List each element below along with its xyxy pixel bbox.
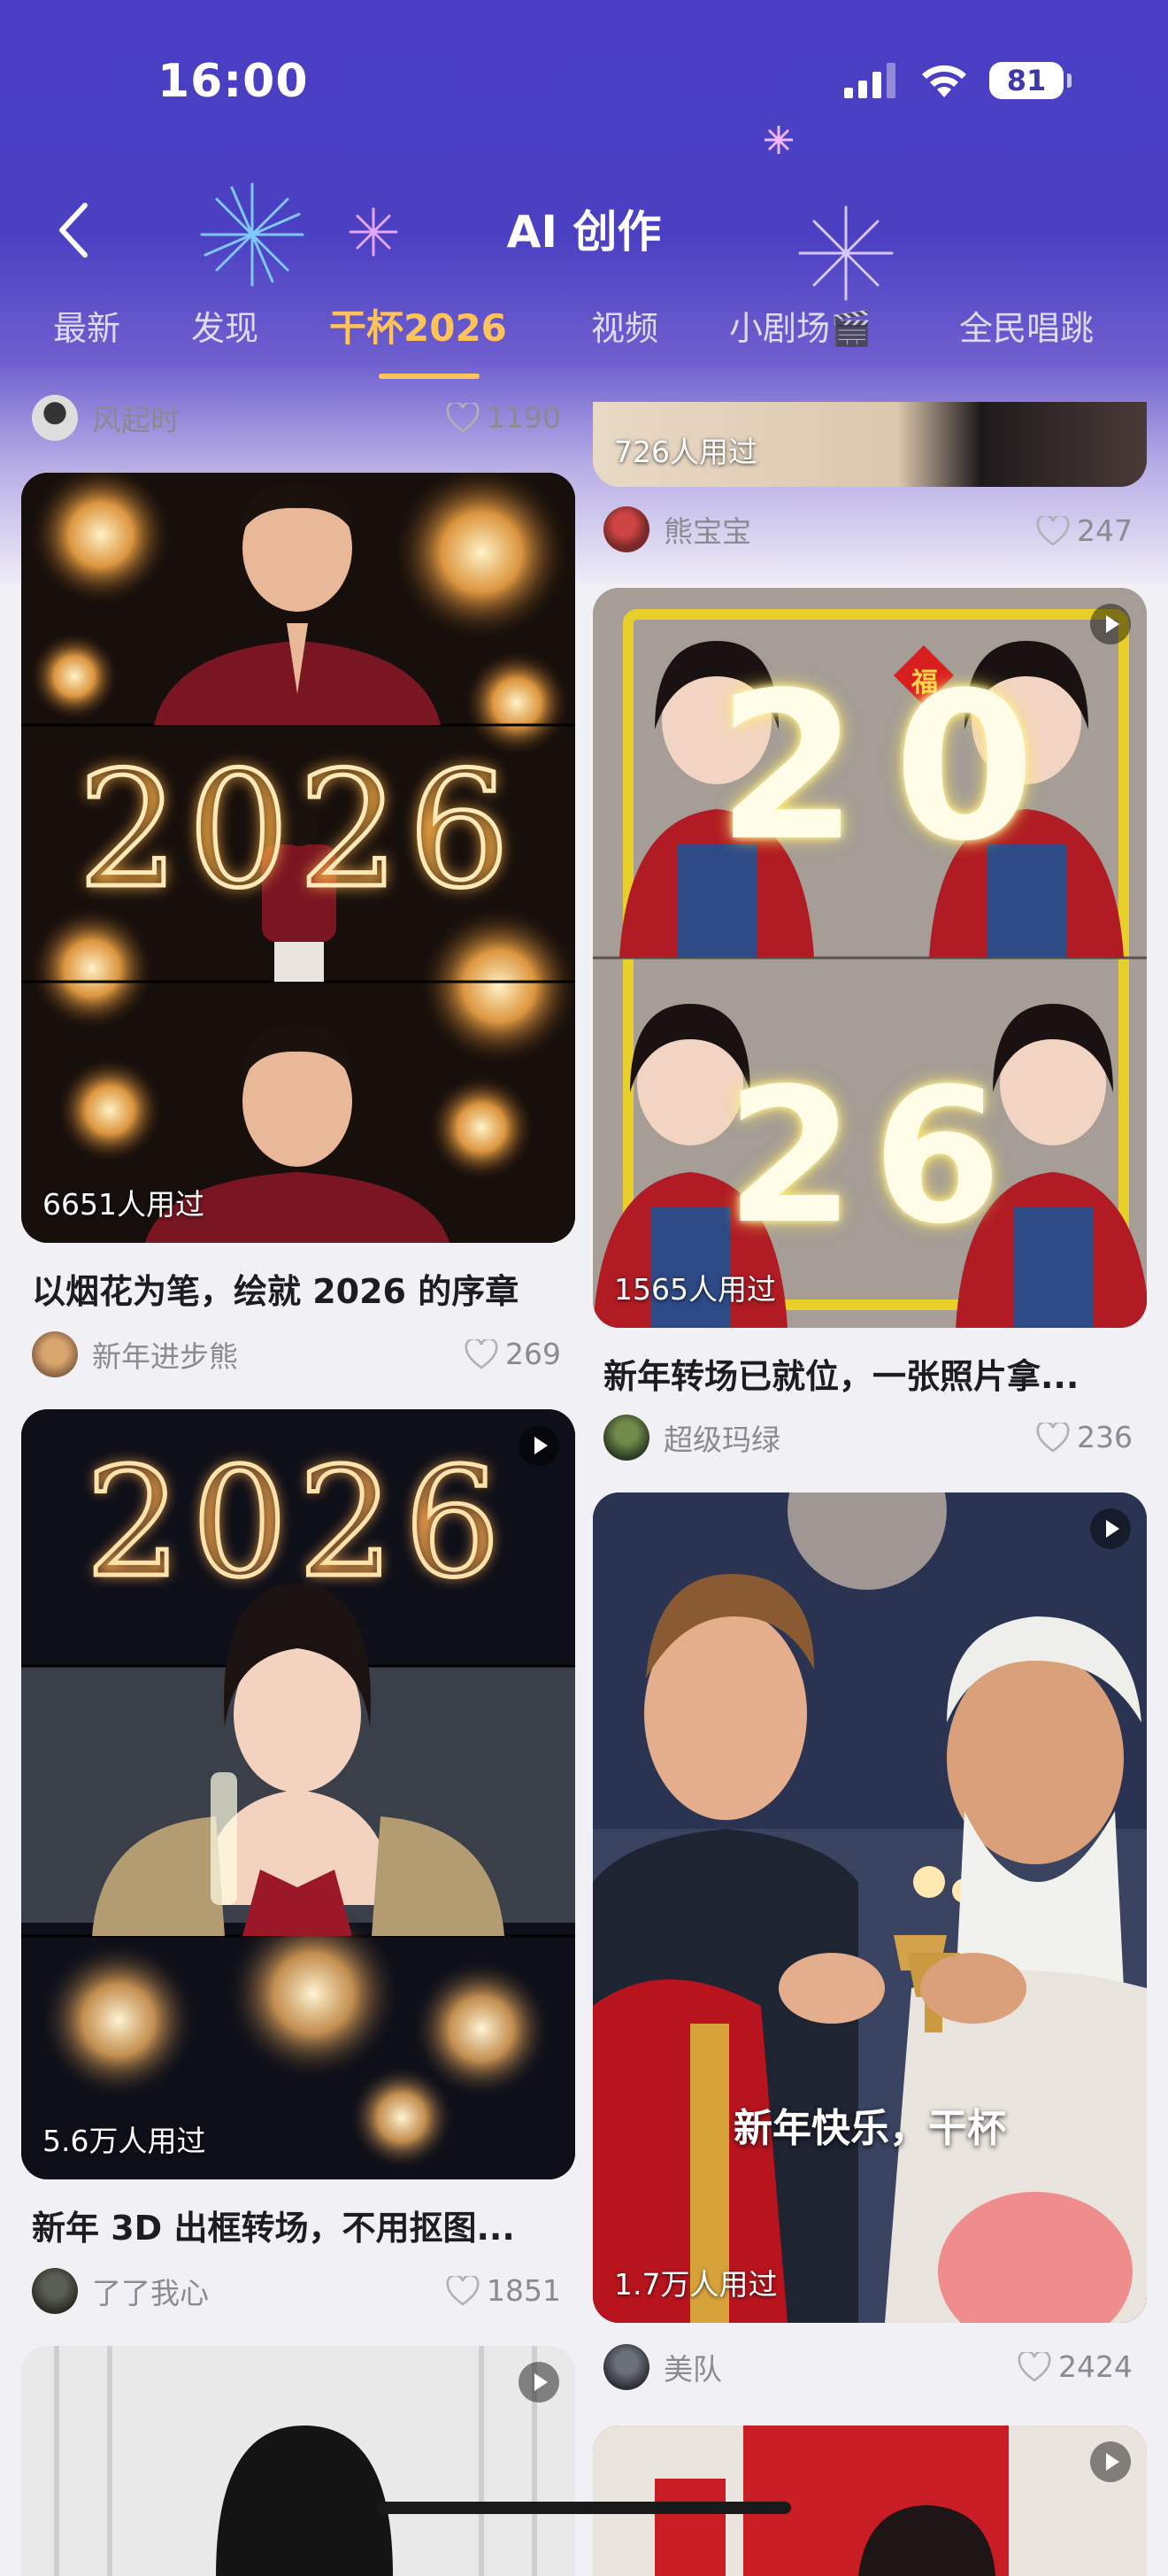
category-tabs: 最新 发现 干杯2026 视频 小剧场🎬 全民唱跳 bbox=[0, 301, 1168, 372]
template-card[interactable]: 2026 6651人用过 bbox=[21, 473, 575, 1243]
template-card[interactable] bbox=[21, 2346, 575, 2576]
overlay-caption: 新年快乐，干杯 bbox=[734, 2106, 1006, 2151]
sparkler-number-text: 20 bbox=[717, 650, 1072, 886]
like-count: 1190 bbox=[487, 400, 561, 435]
like-button[interactable]: 247 bbox=[1036, 513, 1133, 548]
heart-icon bbox=[446, 2275, 480, 2306]
like-button[interactable]: 2424 bbox=[1018, 2349, 1133, 2384]
tab-discover[interactable]: 发现 bbox=[191, 301, 258, 350]
active-tab-indicator bbox=[379, 374, 480, 379]
avatar bbox=[32, 395, 78, 441]
usage-count: 726人用过 bbox=[614, 435, 757, 469]
avatar bbox=[603, 506, 649, 552]
video-indicator-icon bbox=[519, 1425, 559, 1466]
like-count: 247 bbox=[1077, 513, 1133, 548]
status-time: 16:00 bbox=[158, 55, 309, 108]
sparkler-number-text: 26 bbox=[726, 1048, 1020, 1265]
like-button[interactable]: 1190 bbox=[446, 400, 561, 435]
author-name: 风起时 bbox=[92, 403, 180, 437]
heart-icon bbox=[465, 1338, 498, 1369]
battery-level: 81 bbox=[1006, 64, 1047, 97]
status-icons: 81 bbox=[844, 62, 1072, 99]
card-thumbnail bbox=[593, 2426, 1147, 2576]
card-author[interactable]: 风起时 bbox=[32, 393, 180, 443]
template-card[interactable] bbox=[593, 2426, 1147, 2576]
card-author[interactable]: 熊宝宝 bbox=[603, 505, 751, 554]
like-count: 269 bbox=[505, 1337, 561, 1371]
video-indicator-icon bbox=[1090, 604, 1131, 644]
tab-mini-theater[interactable]: 小剧场🎬 bbox=[729, 301, 872, 350]
tab-video[interactable]: 视频 bbox=[591, 301, 658, 350]
battery-indicator: 81 bbox=[989, 62, 1072, 99]
card-thumbnail bbox=[21, 2346, 575, 2576]
usage-count: 6651人用过 bbox=[42, 1187, 204, 1222]
heart-icon bbox=[1036, 1422, 1070, 1453]
sparkler-number-text: 2026 bbox=[75, 737, 519, 926]
video-indicator-icon bbox=[1090, 2441, 1131, 2482]
template-card[interactable]: 新年快乐，干杯 1.7万人用过 bbox=[593, 1492, 1147, 2323]
card-author[interactable]: 了了我心 bbox=[32, 2266, 209, 2316]
card-title[interactable]: 以烟花为笔，绘就 2026 的序章 bbox=[32, 1264, 519, 1313]
sparkler-number-text: 2026 bbox=[83, 1434, 511, 1614]
card-author[interactable]: 新年进步熊 bbox=[32, 1330, 238, 1379]
like-button[interactable]: 1851 bbox=[446, 2273, 561, 2308]
tab-cheers-2026[interactable]: 干杯2026 bbox=[329, 298, 507, 352]
like-button[interactable]: 236 bbox=[1036, 1420, 1133, 1454]
heart-icon bbox=[446, 402, 480, 433]
usage-count: 5.6万人用过 bbox=[42, 2124, 206, 2158]
card-title[interactable]: 新年转场已就位，一张照片拿... bbox=[603, 1349, 1079, 1398]
card-author[interactable]: 超级玛绿 bbox=[603, 1413, 780, 1462]
author-name: 超级玛绿 bbox=[664, 1423, 780, 1457]
video-indicator-icon bbox=[519, 2362, 559, 2402]
author-name: 熊宝宝 bbox=[664, 514, 751, 549]
like-button[interactable]: 269 bbox=[465, 1337, 561, 1371]
avatar bbox=[603, 2344, 649, 2390]
author-name: 新年进步熊 bbox=[92, 1339, 238, 1374]
usage-count: 1565人用过 bbox=[614, 1272, 776, 1307]
like-count: 1851 bbox=[487, 2273, 561, 2308]
like-count: 236 bbox=[1077, 1420, 1133, 1454]
avatar bbox=[32, 1331, 78, 1377]
avatar bbox=[32, 2268, 78, 2314]
template-card[interactable]: 726人用过 bbox=[593, 402, 1147, 487]
tab-sing-dance[interactable]: 全民唱跳 bbox=[959, 301, 1094, 350]
author-name: 美队 bbox=[664, 2352, 722, 2387]
author-name: 了了我心 bbox=[92, 2276, 209, 2310]
card-thumbnail bbox=[593, 1492, 1147, 2323]
video-indicator-icon bbox=[1090, 1508, 1131, 1549]
avatar bbox=[603, 1415, 649, 1461]
template-card[interactable]: 福 20 26 1565人用过 bbox=[593, 588, 1147, 1328]
wifi-icon bbox=[922, 65, 966, 97]
home-indicator bbox=[377, 2502, 791, 2514]
cellular-signal-icon bbox=[844, 63, 895, 98]
page-title: AI 创作 bbox=[506, 206, 662, 258]
card-author[interactable]: 美队 bbox=[603, 2342, 722, 2392]
heart-icon bbox=[1036, 515, 1070, 546]
sparkle-decoration-icon bbox=[765, 126, 793, 154]
usage-count: 1.7万人用过 bbox=[614, 2267, 778, 2302]
tab-latest[interactable]: 最新 bbox=[53, 301, 120, 350]
heart-icon bbox=[1018, 2351, 1051, 2382]
like-count: 2424 bbox=[1058, 2349, 1133, 2384]
template-card[interactable]: 2026 5.6万人用过 bbox=[21, 1409, 575, 2179]
card-title[interactable]: 新年 3D 出框转场，不用抠图... bbox=[32, 2201, 515, 2249]
